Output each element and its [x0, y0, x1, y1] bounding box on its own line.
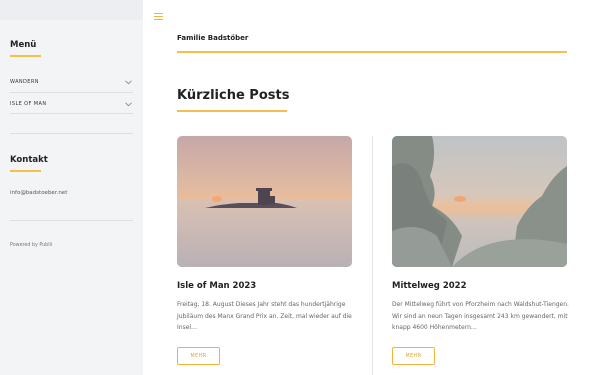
sidebar: Menü WANDERN ISLE OF MAN Kontakt info@ba… [0, 0, 143, 375]
header-underline [177, 51, 567, 53]
contact-heading: Kontakt [10, 155, 48, 165]
chevron-down-icon[interactable] [123, 100, 133, 108]
post-title[interactable]: Isle of Man 2023 [177, 281, 256, 291]
more-button[interactable]: MEHR [177, 347, 220, 365]
hamburger-menu-icon[interactable] [154, 13, 163, 21]
contact-email-link[interactable]: info@badstoeber.net [10, 190, 67, 196]
column-divider [372, 136, 373, 375]
chevron-down-icon[interactable] [123, 78, 133, 86]
section-title-underline [177, 110, 287, 112]
sidebar-item-wandern[interactable]: WANDERN [10, 74, 133, 90]
sidebar-top-bar [0, 0, 143, 20]
sidebar-item-label: ISLE OF MAN [10, 101, 47, 107]
post-excerpt: Freitag, 18. August Dieses Jahr steht da… [177, 301, 352, 331]
post-image-mittelweg[interactable] [392, 136, 567, 267]
sidebar-item-isle-of-man[interactable]: ISLE OF MAN [10, 96, 133, 112]
sidebar-divider [10, 133, 133, 134]
nav-divider [10, 113, 133, 114]
section-title: Kürzliche Posts [177, 88, 290, 103]
sidebar-divider [10, 220, 133, 221]
sidebar-item-label: WANDERN [10, 79, 39, 85]
post-excerpt: Der Mittelweg führt von Pforzheim nach W… [392, 301, 569, 331]
contact-heading-underline [10, 170, 41, 172]
post-title[interactable]: Mittelweg 2022 [392, 281, 467, 291]
more-button[interactable]: MEHR [392, 347, 435, 365]
site-title[interactable]: Familie Badstöber [177, 34, 248, 42]
nav-divider [10, 92, 133, 93]
menu-heading: Menü [10, 40, 37, 50]
post-image-isle-of-man[interactable] [177, 136, 352, 267]
powered-by-text: Powered by Publii [10, 243, 53, 248]
menu-heading-underline [10, 55, 41, 57]
